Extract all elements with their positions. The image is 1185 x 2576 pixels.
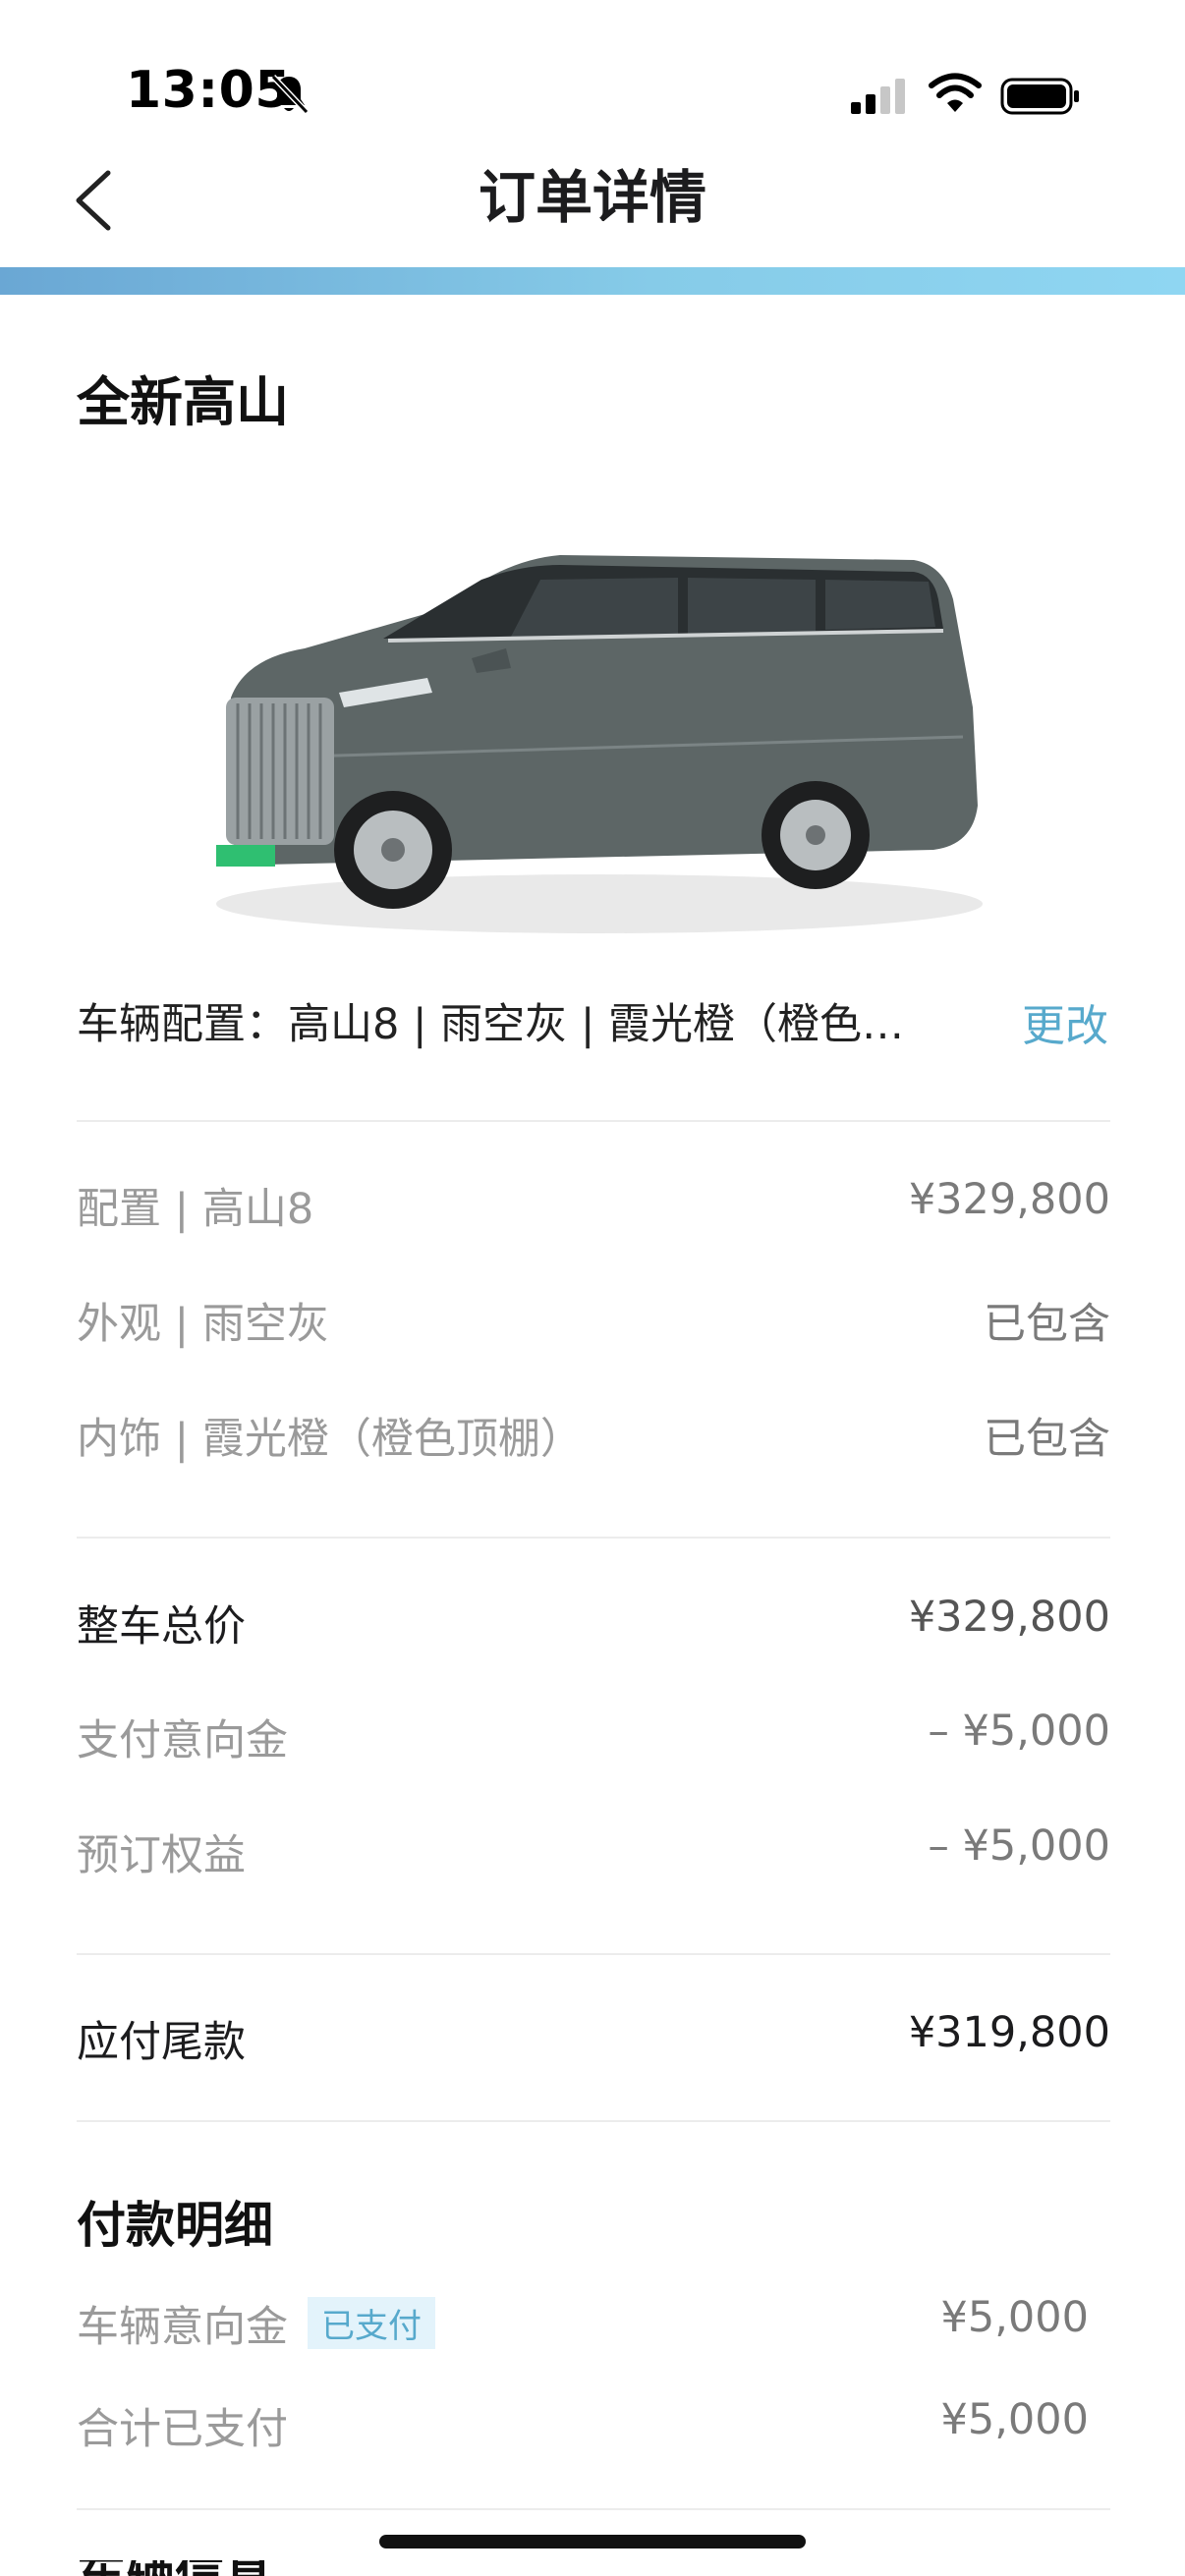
divider — [77, 1953, 1110, 1955]
price-item-value: – ¥5,000 — [928, 1707, 1110, 1756]
config-item-row: 内饰 | 霞光橙（橙色顶棚） 已包含 — [77, 1405, 1110, 1474]
price-item-row: 整车总价 ¥329,800 — [77, 1593, 1110, 1661]
divider — [77, 2508, 1110, 2510]
page-title: 订单详情 — [478, 164, 706, 231]
payment-item-value: ¥5,000 — [940, 2293, 1089, 2342]
balance-due-label: 应付尾款 — [77, 2018, 246, 2067]
config-item-label: 内饰 | 霞光橙（橙色顶棚） — [77, 1415, 583, 1464]
price-item-label: 整车总价 — [77, 1602, 246, 1652]
wifi-icon — [929, 73, 982, 112]
payment-detail-title: 付款明细 — [77, 2197, 273, 2254]
config-item-value: 已包含 — [984, 1415, 1110, 1464]
config-item-label: 配置 | 高山8 — [77, 1185, 314, 1234]
cellular-signal-icon — [851, 79, 905, 114]
price-item-value: – ¥5,000 — [928, 1821, 1110, 1871]
status-time: 13:05 — [126, 61, 292, 120]
balance-due-row: 应付尾款 ¥319,800 — [77, 2008, 1110, 2077]
price-item-row: 预订权益 – ¥5,000 — [77, 1821, 1110, 1890]
status-bar: 13:05 — [0, 0, 1185, 138]
battery-icon — [1000, 78, 1079, 115]
payment-item-value: ¥5,000 — [940, 2395, 1089, 2444]
payment-item-row: 车辆意向金 已支付 ¥5,000 — [77, 2293, 1089, 2362]
vehicle-config-row: 车辆配置：高山8 | 雨空灰 | 霞光橙（橙色… 更改 — [77, 982, 1108, 1061]
config-item-label: 外观 | 雨空灰 — [77, 1300, 329, 1349]
divider — [77, 1120, 1110, 1122]
price-item-label: 支付意向金 — [77, 1716, 288, 1765]
home-indicator[interactable] — [379, 2535, 806, 2548]
config-item-row: 外观 | 雨空灰 已包含 — [77, 1290, 1110, 1359]
payment-item-label: 车辆意向金 已支付 — [77, 2293, 435, 2354]
vehicle-config-summary: 车辆配置：高山8 | 雨空灰 | 霞光橙（橙色… — [77, 1000, 905, 1049]
balance-due-value: ¥319,800 — [908, 2008, 1110, 2057]
config-item-value: 已包含 — [984, 1300, 1110, 1349]
config-item-value: ¥329,800 — [908, 1175, 1110, 1224]
divider — [77, 2120, 1110, 2122]
paid-status-badge: 已支付 — [308, 2297, 435, 2349]
header-accent-bar — [0, 267, 1185, 295]
payment-item-label-text: 车辆意向金 — [77, 2303, 288, 2352]
next-section-title: 车辆信息 — [77, 2560, 273, 2576]
price-item-value: ¥329,800 — [908, 1593, 1110, 1642]
divider — [77, 1537, 1110, 1539]
bell-off-icon — [270, 74, 310, 115]
payment-item-row: 合计已支付 ¥5,000 — [77, 2395, 1089, 2464]
payment-item-label: 合计已支付 — [77, 2405, 288, 2454]
car-image — [216, 555, 983, 933]
model-name: 全新高山 — [77, 371, 289, 433]
change-config-link[interactable]: 更改 — [1022, 990, 1108, 1053]
price-item-row: 支付意向金 – ¥5,000 — [77, 1707, 1110, 1775]
price-item-label: 预订权益 — [77, 1831, 246, 1880]
config-item-row: 配置 | 高山8 ¥329,800 — [77, 1175, 1110, 1244]
